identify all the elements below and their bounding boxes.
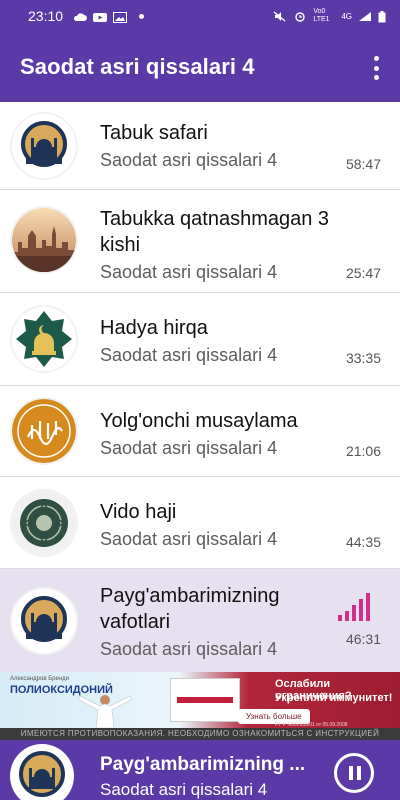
ornament-icon bbox=[12, 491, 76, 555]
track-title: Tabukka qatnashmagan 3 kishi bbox=[100, 208, 330, 256]
list-item[interactable]: Tabuk safari Saodat asri qissalari 4 58:… bbox=[0, 102, 400, 190]
track-duration: 46:31 bbox=[345, 631, 381, 647]
track-subtitle: Saodat asri qissalari 4 bbox=[100, 639, 278, 659]
player-title: Payg'ambarimizning ... bbox=[100, 754, 306, 775]
status-time: 23:10 bbox=[28, 8, 64, 24]
calligraphy-icon bbox=[12, 399, 76, 463]
4g-icon: 4G bbox=[341, 11, 352, 21]
mosque-badge-icon bbox=[12, 114, 76, 178]
player-subtitle: Saodat asri qissalari 4 bbox=[100, 780, 268, 799]
track-title: Vido haji bbox=[100, 501, 177, 523]
pause-icon[interactable] bbox=[334, 753, 374, 793]
track-subtitle: Saodat asri qissalari 4 bbox=[100, 150, 278, 170]
mute-icon bbox=[273, 10, 287, 22]
page-title: Saodat asri qissalari 4 bbox=[20, 54, 255, 79]
volte-icon: Vo0 LTE1 bbox=[313, 8, 330, 23]
mini-player[interactable]: Payg'ambarimizning ... Saodat asri qissa… bbox=[0, 740, 400, 800]
dot-icon bbox=[139, 13, 145, 19]
list-item[interactable]: Hadya hirqa Saodat asri qissalari 4 33:3… bbox=[0, 293, 400, 386]
alarm-icon bbox=[293, 11, 307, 22]
ad-headline-2: Укрепляй иммунитет! bbox=[275, 692, 393, 704]
track-duration: 33:35 bbox=[345, 350, 381, 366]
track-subtitle: Saodat asri qissalari 4 bbox=[100, 345, 278, 365]
mosque-badge-icon bbox=[10, 744, 74, 800]
track-title: Payg'ambarimizning vafotlari bbox=[100, 585, 280, 633]
signal-icon bbox=[358, 11, 372, 22]
ad-product-image bbox=[170, 678, 240, 722]
equalizer-icon bbox=[338, 593, 370, 621]
mosque-badge-icon bbox=[12, 589, 76, 653]
app-bar: Saodat asri qissalari 4 bbox=[0, 32, 400, 102]
track-duration: 58:47 bbox=[345, 156, 381, 172]
gallery-icon bbox=[113, 11, 128, 23]
youtube-icon bbox=[93, 11, 108, 22]
list-item[interactable]: Vido haji Saodat asri qissalari 4 44:35 bbox=[0, 477, 400, 569]
ad-disclaimer: ИМЕЮТСЯ ПРОТИВОПОКАЗАНИЯ. НЕОБХОДИМО ОЗН… bbox=[0, 728, 400, 740]
ad-banner[interactable]: Александров Бренди ПОЛИОКСИДОНИЙ Ослабил… bbox=[0, 672, 400, 740]
list-item[interactable]: Tabukka qatnashmagan 3 kishi Saodat asri… bbox=[0, 190, 400, 293]
track-duration: 25:47 bbox=[345, 265, 381, 281]
track-title: Hadya hirqa bbox=[100, 317, 208, 339]
track-list: Tabuk safari Saodat asri qissalari 4 58:… bbox=[0, 102, 400, 672]
list-item[interactable]: Yolg'onchi musaylama Saodat asri qissala… bbox=[0, 386, 400, 477]
track-title: Yolg'onchi musaylama bbox=[100, 410, 298, 432]
cloud-icon bbox=[73, 11, 88, 22]
battery-icon bbox=[378, 10, 386, 22]
track-title: Tabuk safari bbox=[100, 122, 208, 144]
city-sunset-icon bbox=[12, 208, 76, 272]
track-subtitle: Saodat asri qissalari 4 bbox=[100, 529, 278, 549]
ad-person-image bbox=[70, 690, 140, 729]
track-subtitle: Saodat asri qissalari 4 bbox=[100, 438, 278, 458]
status-bar: 23:10 Vo0 LTE1 4G bbox=[0, 0, 400, 32]
track-duration: 44:35 bbox=[345, 534, 381, 550]
star-mosque-icon bbox=[12, 307, 76, 371]
track-subtitle: Saodat asri qissalari 4 bbox=[100, 262, 278, 282]
list-item-active[interactable]: Payg'ambarimizning vafotlari Saodat asri… bbox=[0, 569, 400, 672]
ad-brand-small: Александров Бренди bbox=[10, 676, 69, 682]
track-duration: 21:06 bbox=[345, 443, 381, 459]
more-vert-icon[interactable] bbox=[366, 54, 386, 82]
